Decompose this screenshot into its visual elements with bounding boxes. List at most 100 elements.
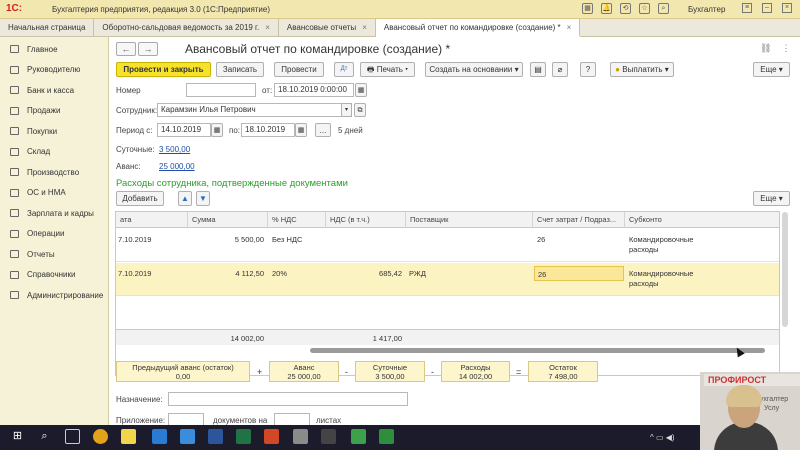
ie-icon[interactable] xyxy=(180,429,195,444)
edge-icon[interactable] xyxy=(152,429,167,444)
number-label: Номер xyxy=(116,86,141,95)
chrome-icon[interactable] xyxy=(93,429,108,444)
close-icon[interactable]: × xyxy=(362,23,367,32)
close-icon[interactable]: × xyxy=(782,3,792,13)
purpose-field[interactable] xyxy=(168,392,408,406)
task-view-icon[interactable] xyxy=(65,429,80,444)
more-button[interactable]: Еще ▾ xyxy=(753,62,790,77)
col-supplier[interactable]: Поставщик xyxy=(406,212,533,228)
document-form: ← → Авансовый отчет по командировке (соз… xyxy=(110,37,800,427)
back-button[interactable]: ← xyxy=(116,42,136,56)
powerpoint-icon[interactable] xyxy=(264,429,279,444)
windows-start-icon[interactable]: ⊞ xyxy=(10,429,25,444)
recorder-icon[interactable] xyxy=(379,429,394,444)
post-and-close-button[interactable]: Провести и закрыть xyxy=(116,62,211,77)
excel-icon[interactable] xyxy=(236,429,251,444)
attachment-icon[interactable]: ⌀ xyxy=(552,62,568,77)
table-row-selected[interactable]: 7.10.2019 4 112,50 20% 685,42 РЖД 26 Ком… xyxy=(116,263,779,296)
sidebar-item-warehouse[interactable]: Склад xyxy=(0,142,108,163)
tab-home[interactable]: Начальная страница xyxy=(0,19,95,37)
tab-advance-report-create[interactable]: Авансовый отчет по командировке (создани… xyxy=(375,19,581,37)
system-tray[interactable]: ^ ▭ ◀) xyxy=(650,433,675,442)
advance-link[interactable]: 25 000,00 xyxy=(159,162,195,171)
more-vert-icon[interactable]: ⋮ xyxy=(781,43,790,54)
history-icon[interactable]: ⟲ xyxy=(620,3,631,14)
taskbar: ⊞ ⌕ ^ ▭ ◀) xyxy=(0,425,800,450)
sidebar-item-assets[interactable]: ОС и НМА xyxy=(0,183,108,204)
plus-operator: + xyxy=(257,367,263,377)
arrow-up-icon[interactable]: ▲ xyxy=(178,191,192,206)
horizontal-scrollbar[interactable] xyxy=(310,348,765,353)
grid-icon[interactable]: ▦ xyxy=(582,3,593,14)
calendar-icon[interactable]: ▦ xyxy=(355,83,367,97)
camtasia-icon[interactable] xyxy=(351,429,366,444)
employee-field[interactable]: Карамзин Илья Петрович xyxy=(157,103,352,117)
save-button[interactable]: Записать xyxy=(216,62,264,77)
sidebar-item-production[interactable]: Производство xyxy=(0,162,108,183)
monitor-icon[interactable] xyxy=(321,429,336,444)
add-button[interactable]: Добавить xyxy=(116,191,164,206)
close-icon[interactable]: × xyxy=(567,23,572,32)
post-button[interactable]: Провести xyxy=(274,62,324,77)
menu-icon[interactable]: ≡ xyxy=(742,3,752,13)
col-vat[interactable]: НДС (в т.ч.) xyxy=(326,212,406,228)
table-footer: 14 002,00 1 417,00 xyxy=(116,329,779,345)
period-from-field[interactable]: 14.10.2019 xyxy=(157,123,211,137)
explorer-icon[interactable] xyxy=(293,429,308,444)
open-link-icon[interactable]: ⧉ xyxy=(354,103,366,117)
sidebar-item-manager[interactable]: Руководителю xyxy=(0,60,108,81)
search-icon[interactable]: ⌕ xyxy=(37,429,52,444)
col-subconto[interactable]: Субконто xyxy=(625,212,779,228)
table-row[interactable]: 7.10.2019 5 500,00 Без НДС 26 Командиров… xyxy=(116,228,779,262)
structure-icon[interactable]: ▤ xyxy=(530,62,546,77)
sidebar-item-payroll[interactable]: Зарплата и кадры xyxy=(0,203,108,224)
arrow-down-icon[interactable]: ▼ xyxy=(196,191,210,206)
table-more-button[interactable]: Еще ▾ xyxy=(753,191,790,206)
col-date[interactable]: ата xyxy=(116,212,188,228)
link-icon[interactable]: ⛓ xyxy=(760,43,771,54)
tab-bar: Начальная страница Оборотно-сальдовая ве… xyxy=(0,19,800,37)
sidebar-item-catalogs[interactable]: Справочники xyxy=(0,265,108,286)
vertical-scrollbar[interactable] xyxy=(782,212,788,327)
title-icons: ▦ 🔔 ⟲ ☆ ⌕ xyxy=(582,3,669,14)
tab-osv[interactable]: Оборотно-сальдовая ведомость за 2019 г. × xyxy=(94,19,279,37)
search-icon[interactable]: ⌕ xyxy=(658,3,669,14)
sidebar-item-purchases[interactable]: Покупки xyxy=(0,121,108,142)
notification-icon[interactable]: 🔔 xyxy=(601,3,612,14)
word-icon[interactable] xyxy=(208,429,223,444)
attachment-mid-label: документов на xyxy=(213,416,268,425)
date-field[interactable]: 18.10.2019 0:00:00 xyxy=(274,83,354,97)
col-vat-rate[interactable]: % НДС xyxy=(268,212,326,228)
create-based-on-button[interactable]: Создать на основании ▾ xyxy=(425,62,523,77)
chevron-down-icon[interactable]: ▾ xyxy=(341,103,352,117)
period-select-button[interactable]: ... xyxy=(315,123,331,137)
per-diem-link[interactable]: 3 500,00 xyxy=(159,145,190,154)
sidebar-item-reports[interactable]: Отчеты xyxy=(0,244,108,265)
close-icon[interactable]: × xyxy=(265,23,270,32)
sidebar-item-sales[interactable]: Продажи xyxy=(0,101,108,122)
sidebar-item-bank[interactable]: Банк и касса xyxy=(0,80,108,101)
journal-icon[interactable]: Дт xyxy=(334,62,354,77)
number-field[interactable] xyxy=(186,83,256,97)
1c-app-icon[interactable] xyxy=(121,429,136,444)
favorites-icon[interactable]: ☆ xyxy=(639,3,650,14)
sidebar-item-main[interactable]: Главное xyxy=(0,39,108,60)
col-sum[interactable]: Сумма xyxy=(188,212,268,228)
cell-subconto: Командировочные xyxy=(629,235,694,244)
calendar-icon[interactable]: ▦ xyxy=(211,123,223,137)
sidebar-item-admin[interactable]: Администрирование xyxy=(0,285,108,306)
sidebar-item-operations[interactable]: Операции xyxy=(0,224,108,245)
cell-account-active[interactable]: 26 xyxy=(534,266,624,281)
period-to-field[interactable]: 18.10.2019 xyxy=(241,123,295,137)
calendar-icon[interactable]: ▦ xyxy=(295,123,307,137)
user-name[interactable]: Бухгалтер xyxy=(688,5,725,14)
forward-button[interactable]: → xyxy=(138,42,158,56)
more-label: Еще xyxy=(760,194,777,203)
create-based-label: Создать на основании xyxy=(429,65,513,74)
minimize-icon[interactable]: – xyxy=(762,3,772,13)
pay-button[interactable]: ● Выплатить ▾ xyxy=(610,62,674,77)
col-account[interactable]: Счет затрат / Подраз... xyxy=(533,212,625,228)
tab-advance-reports[interactable]: Авансовые отчеты × xyxy=(279,19,376,37)
help-button[interactable]: ? xyxy=(580,62,596,77)
print-button[interactable]: 🖶 Печать ▾ xyxy=(360,62,415,77)
